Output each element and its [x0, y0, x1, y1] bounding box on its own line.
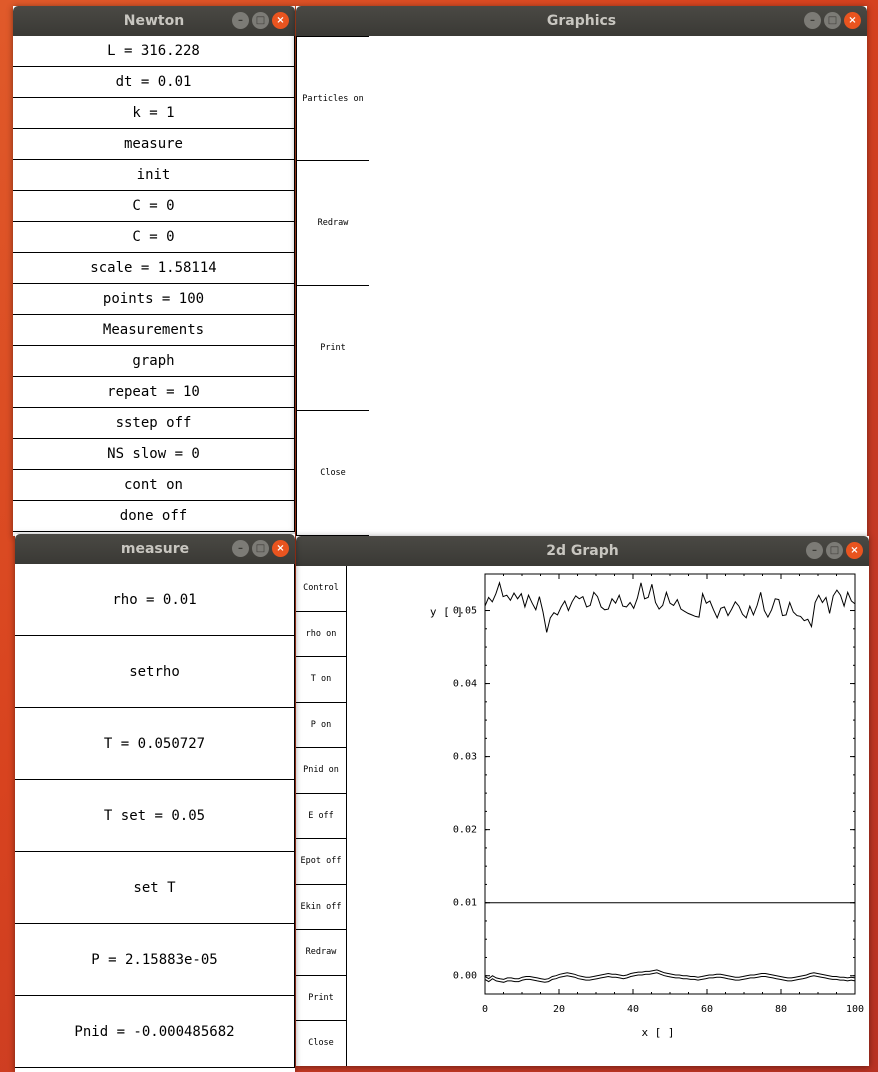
t-0-050727-button[interactable]: T = 0.050727: [15, 708, 295, 780]
t-set-0-05-button[interactable]: T set = 0.05: [15, 780, 295, 852]
graphics-button-list: Particles on Redraw Print Close: [296, 36, 370, 536]
x-tick-label: 60: [701, 1004, 713, 1015]
maximize-icon[interactable]: □: [252, 540, 269, 557]
graph-button[interactable]: graph: [13, 346, 295, 377]
graph-plot: 0.000.010.020.030.040.050 20 40 60 80 100x [ …: [430, 573, 864, 1039]
pnid-on-button[interactable]: Pnid on: [296, 748, 347, 794]
points-100-button[interactable]: points = 100: [13, 284, 295, 315]
window-title: Graphics: [546, 13, 617, 29]
maximize-icon[interactable]: □: [824, 12, 841, 29]
x-tick-label: 40: [627, 1004, 639, 1015]
x-tick-label: 80: [775, 1004, 787, 1015]
ns-slow-0-button[interactable]: NS slow = 0: [13, 439, 295, 470]
y-tick-label: 0.01: [453, 898, 477, 909]
pnid-0-000485682-button[interactable]: Pnid = -0.000485682: [15, 996, 295, 1068]
newton-window: Newton – □ × L = 316.228 dt = 0.01 k = 1 me…: [13, 6, 295, 536]
measure-window: measure – □ × rho = 0.01 setrho T = 0.0507…: [15, 534, 295, 1072]
y-tick-label: 0.00: [453, 971, 477, 982]
rho-on-button[interactable]: rho on: [296, 611, 347, 657]
print-button[interactable]: Print: [297, 286, 370, 411]
repeat-10-button[interactable]: repeat = 10: [13, 377, 295, 408]
t-on-button[interactable]: T on: [296, 657, 347, 703]
newton-content: L = 316.228 dt = 0.01 k = 1 measure init C = …: [13, 36, 295, 536]
c-0-button[interactable]: C = 0: [13, 222, 295, 253]
minimize-icon[interactable]: –: [232, 540, 249, 557]
minimize-icon[interactable]: –: [806, 542, 823, 559]
measure-button-list: rho = 0.01 setrho T = 0.050727 T set = 0.05…: [15, 564, 295, 1068]
measure-titlebar[interactable]: measure – □ ×: [15, 534, 295, 564]
graphics-window: Graphics – □ × Particles on Redraw Print Cl…: [296, 6, 867, 536]
window-title: Newton: [123, 13, 185, 29]
epot-off-button[interactable]: Epot off: [296, 839, 347, 885]
graphics-content: Particles on Redraw Print Close: [296, 36, 867, 536]
y-tick-label: 0.02: [453, 825, 477, 836]
cont-on-button[interactable]: cont on: [13, 470, 295, 501]
close-button[interactable]: Close: [297, 411, 370, 536]
scale-1-58114-button[interactable]: scale = 1.58114: [13, 253, 295, 284]
init-button[interactable]: init: [13, 160, 295, 191]
x-tick-label: 20: [553, 1004, 565, 1015]
measure-content: rho = 0.01 setrho T = 0.050727 T set = 0.05…: [15, 564, 295, 1072]
control-button[interactable]: Control: [296, 566, 347, 612]
graphics-titlebar[interactable]: Graphics – □ ×: [296, 6, 867, 36]
dt-0-01-button[interactable]: dt = 0.01: [13, 67, 295, 98]
maximize-icon[interactable]: □: [826, 542, 843, 559]
series-line-0: [484, 581, 856, 633]
x-tick-label: 100: [846, 1004, 864, 1015]
k-1-button[interactable]: k = 1: [13, 98, 295, 129]
graphics-canvas[interactable]: [369, 36, 867, 536]
close-icon[interactable]: ×: [272, 540, 289, 557]
redraw-button[interactable]: Redraw: [296, 930, 347, 976]
close-icon[interactable]: ×: [272, 12, 289, 29]
close-icon[interactable]: ×: [846, 542, 863, 559]
rho-0-01-button[interactable]: rho = 0.01: [15, 564, 295, 636]
graph2d-titlebar[interactable]: 2d Graph – □ ×: [296, 536, 869, 566]
y-tick-label: 0.04: [453, 679, 477, 690]
graph2d-button-list: Control rho on T on P on Pnid on E off Epot of…: [296, 566, 347, 1066]
p-2-15883e-05-button[interactable]: P = 2.15883e-05: [15, 924, 295, 996]
graph2d-window: 2d Graph – □ × Control rho on T on P on Pnid…: [296, 536, 869, 1066]
redraw-button[interactable]: Redraw: [297, 161, 370, 286]
minimize-icon[interactable]: –: [232, 12, 249, 29]
setrho-button[interactable]: setrho: [15, 636, 295, 708]
l-316-228-button[interactable]: L = 316.228: [13, 36, 295, 67]
y-axis-label: y [ ]: [430, 606, 463, 619]
newton-button-list: L = 316.228 dt = 0.01 k = 1 measure init C = …: [13, 36, 295, 532]
x-tick-label: 0: [482, 1004, 488, 1015]
e-off-button[interactable]: E off: [296, 793, 347, 839]
series-line-2: [484, 969, 856, 980]
graph2d-content: Control rho on T on P on Pnid on E off Epot of…: [296, 566, 869, 1066]
x-axis-label: x [ ]: [641, 1026, 674, 1039]
particles-on-button[interactable]: Particles on: [297, 36, 370, 161]
y-tick-label: 0.03: [453, 752, 477, 763]
p-on-button[interactable]: P on: [296, 702, 347, 748]
print-button[interactable]: Print: [296, 975, 347, 1021]
close-button[interactable]: Close: [296, 1021, 347, 1066]
ekin-off-button[interactable]: Ekin off: [296, 884, 347, 930]
c-0-button[interactable]: C = 0: [13, 191, 295, 222]
close-icon[interactable]: ×: [844, 12, 861, 29]
measurements-button[interactable]: Measurements: [13, 315, 295, 346]
window-title: 2d Graph: [546, 543, 619, 559]
sstep-off-button[interactable]: sstep off: [13, 408, 295, 439]
minimize-icon[interactable]: –: [804, 12, 821, 29]
measure-button[interactable]: measure: [13, 129, 295, 160]
set-t-button[interactable]: set T: [15, 852, 295, 924]
window-title: measure: [120, 541, 190, 557]
done-off-button[interactable]: done off: [13, 501, 295, 532]
newton-titlebar[interactable]: Newton – □ ×: [13, 6, 295, 36]
plot-frame: [484, 573, 856, 995]
maximize-icon[interactable]: □: [252, 12, 269, 29]
